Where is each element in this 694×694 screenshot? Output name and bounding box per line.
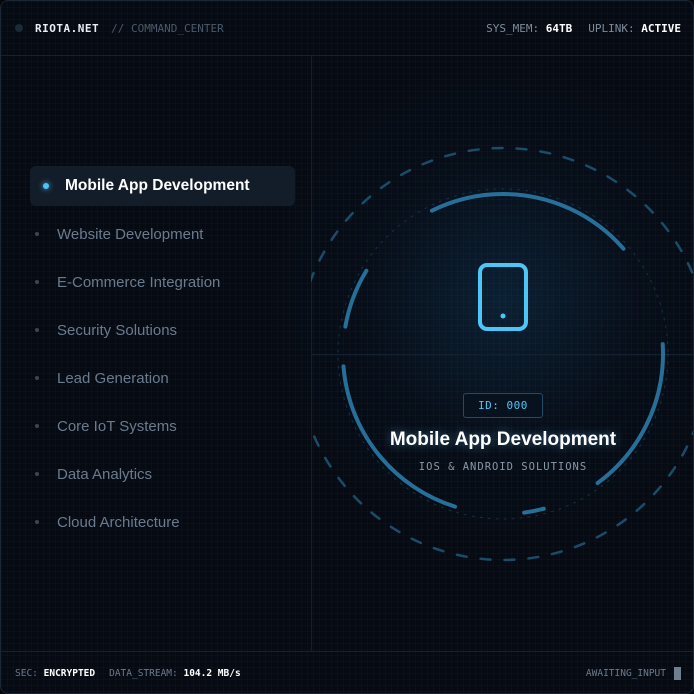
bullet-icon — [35, 376, 39, 380]
sec-label: SEC: — [15, 668, 38, 679]
uplink-stat: UPLINK: ACTIVE — [588, 22, 681, 35]
menu-item-label: Lead Generation — [57, 369, 169, 387]
data-stream-status: DATA_STREAM: 104.2 MB/s — [109, 668, 241, 679]
uplink-label: UPLINK: — [588, 21, 635, 35]
service-detail-panel: ID: 000 Mobile App Development IOS & AND… — [311, 56, 693, 651]
menu-item-cloud-architecture[interactable]: Cloud Architecture — [30, 502, 295, 542]
status-dot-icon — [15, 24, 23, 32]
menu-item-label: Core IoT Systems — [57, 417, 177, 435]
menu-item-label: Security Solutions — [57, 321, 178, 339]
orbit-rings-graphic — [311, 146, 693, 562]
system-stats: SYS_MEM: 64TB UPLINK: ACTIVE — [486, 22, 681, 35]
menu-item-label: Data Analytics — [57, 465, 153, 483]
brand-logo-text: RIOTA.NET — [35, 21, 100, 35]
sys-mem-value: 64TB — [545, 21, 573, 35]
app-window: RIOTA.NET // COMMAND_CENTER SYS_MEM: 64T… — [0, 0, 694, 694]
bullet-icon — [35, 328, 39, 332]
active-bullet-icon — [43, 183, 49, 189]
sec-value: ENCRYPTED — [43, 668, 96, 679]
input-status: AWAITING_INPUT — [586, 667, 681, 680]
menu-item-label: E-Commerce Integration — [57, 273, 221, 291]
bullet-icon — [35, 520, 39, 524]
top-bar: RIOTA.NET // COMMAND_CENTER SYS_MEM: 64T… — [1, 1, 693, 56]
service-menu: Mobile App Development Website Developme… — [30, 166, 295, 550]
sys-mem-stat: SYS_MEM: 64TB — [486, 22, 572, 35]
id-badge: ID: 000 — [463, 393, 543, 418]
section-label: // COMMAND_CENTER — [111, 21, 224, 35]
menu-item-label: Cloud Architecture — [57, 513, 180, 531]
menu-item-website-development[interactable]: Website Development — [30, 214, 295, 254]
detail-subtitle: IOS & ANDROID SOLUTIONS — [418, 461, 588, 473]
menu-item-core-iot-systems[interactable]: Core IoT Systems — [30, 406, 295, 446]
uplink-value: ACTIVE — [641, 21, 681, 35]
detail-title: Mobile App Development — [389, 429, 617, 450]
bullet-icon — [35, 424, 39, 428]
menu-item-lead-generation[interactable]: Lead Generation — [30, 358, 295, 398]
bullet-icon — [35, 280, 39, 284]
smartphone-icon — [478, 263, 528, 331]
status-bar: SEC: ENCRYPTED DATA_STREAM: 104.2 MB/s A… — [1, 651, 693, 693]
menu-item-data-analytics[interactable]: Data Analytics — [30, 454, 295, 494]
menu-item-security-solutions[interactable]: Security Solutions — [30, 310, 295, 350]
menu-item-mobile-app-development[interactable]: Mobile App Development — [30, 166, 295, 206]
bullet-icon — [35, 472, 39, 476]
menu-item-label: Mobile App Development — [65, 177, 250, 194]
stream-value: 104.2 MB/s — [183, 668, 241, 679]
outer-dashed-ring — [311, 146, 693, 562]
sys-mem-label: SYS_MEM: — [486, 21, 540, 35]
menu-item-e-commerce-integration[interactable]: E-Commerce Integration — [30, 262, 295, 302]
awaiting-input-text: AWAITING_INPUT — [585, 668, 666, 679]
security-status: SEC: ENCRYPTED — [15, 668, 95, 679]
blinking-cursor-icon — [674, 667, 681, 680]
stream-label: DATA_STREAM: — [109, 668, 178, 679]
bullet-icon — [35, 232, 39, 236]
menu-item-label: Website Development — [57, 225, 204, 243]
